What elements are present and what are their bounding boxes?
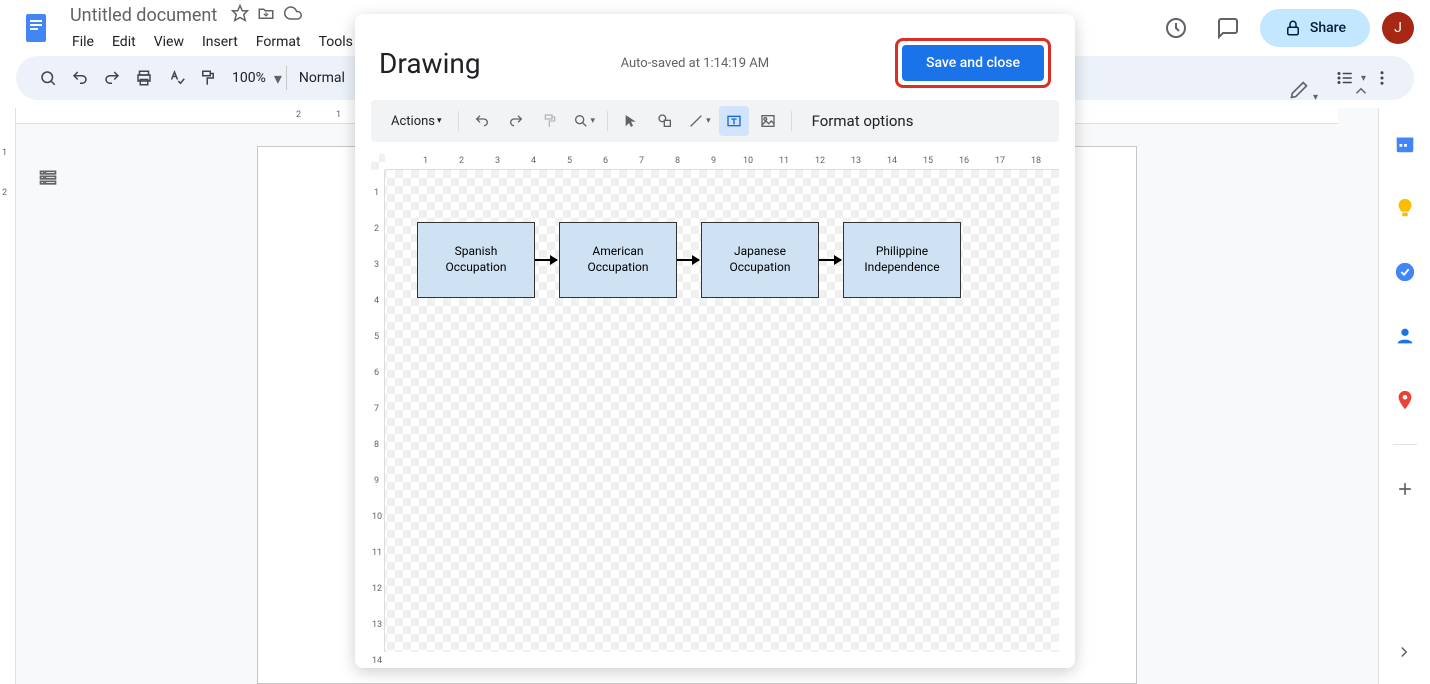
drawing-modal: Drawing Auto-saved at 1:14:19 AM Save an… <box>355 14 1075 668</box>
undo-icon[interactable] <box>467 106 497 136</box>
redo-icon[interactable] <box>501 106 531 136</box>
save-close-highlight: Save and close <box>895 38 1051 88</box>
zoom-icon[interactable]: ▾ <box>569 106 600 136</box>
textbox-tool-icon[interactable] <box>719 106 749 136</box>
flow-box-american[interactable]: American Occupation <box>559 222 677 298</box>
save-and-close-button[interactable]: Save and close <box>902 45 1044 81</box>
canvas-ruler-left: 1 2 3 4 5 6 7 8 9 10 11 12 13 14 <box>371 170 385 652</box>
flow-arrow[interactable] <box>677 259 699 261</box>
autosave-text: Auto-saved at 1:14:19 AM <box>621 56 770 71</box>
line-tool-icon[interactable]: ▾ <box>684 106 715 136</box>
flow-arrow[interactable] <box>819 259 841 261</box>
actions-dropdown[interactable]: Actions ▾ <box>383 106 450 136</box>
modal-overlay: Drawing Auto-saved at 1:14:19 AM Save an… <box>0 0 1430 684</box>
image-tool-icon[interactable] <box>753 106 783 136</box>
select-tool-icon[interactable] <box>616 106 646 136</box>
canvas-content[interactable]: Spanish Occupation American Occupation J… <box>385 170 1059 652</box>
flow-box-japanese[interactable]: Japanese Occupation <box>701 222 819 298</box>
drawing-toolbar: Actions ▾ ▾ <box>371 100 1059 142</box>
modal-title: Drawing <box>379 47 481 80</box>
shape-tool-icon[interactable] <box>650 106 680 136</box>
drawing-canvas[interactable]: 1 2 3 4 5 6 7 8 9 10 11 12 13 14 15 16 1… <box>371 154 1059 652</box>
format-options-button[interactable]: Format options <box>812 112 914 130</box>
flow-arrow[interactable] <box>535 259 557 261</box>
canvas-ruler-top: 1 2 3 4 5 6 7 8 9 10 11 12 13 14 15 16 1… <box>385 154 1059 170</box>
flow-box-philippine[interactable]: Philippine Independence <box>843 222 961 298</box>
flow-box-spanish[interactable]: Spanish Occupation <box>417 222 535 298</box>
modal-header: Drawing Auto-saved at 1:14:19 AM Save an… <box>355 14 1075 100</box>
paint-format-icon[interactable] <box>535 106 565 136</box>
